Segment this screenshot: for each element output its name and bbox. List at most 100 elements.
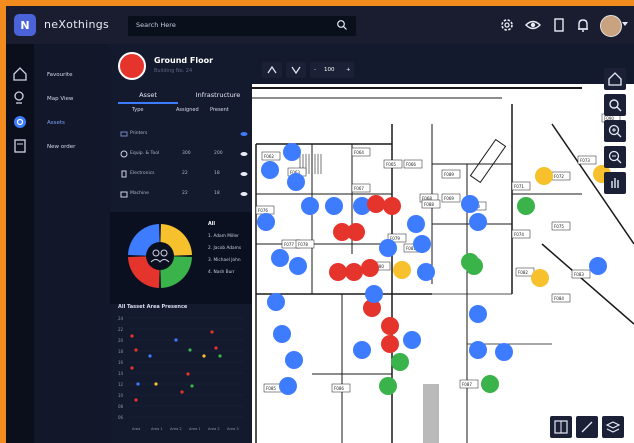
- legend-item[interactable]: 2. Jacob Adams: [208, 246, 241, 251]
- room-label: F078: [298, 242, 308, 247]
- layers-button[interactable]: [602, 416, 624, 438]
- user-avatar[interactable]: [600, 15, 622, 37]
- asset-marker[interactable]: [381, 317, 399, 335]
- bookmark-icon[interactable]: [550, 16, 568, 34]
- asset-marker[interactable]: [257, 213, 275, 231]
- row-assigned: 22: [182, 171, 188, 176]
- asset-marker[interactable]: [461, 253, 479, 271]
- asset-marker[interactable]: [469, 305, 487, 323]
- asset-marker[interactable]: [469, 213, 487, 231]
- asset-marker[interactable]: [267, 293, 285, 311]
- search-icon[interactable]: [336, 19, 348, 31]
- legend-item[interactable]: 4. Nash Burr: [208, 270, 235, 275]
- asset-marker[interactable]: [347, 223, 365, 241]
- corridor: [432, 293, 552, 345]
- tab-infrastructure[interactable]: Infrastructure: [188, 88, 248, 102]
- asset-marker[interactable]: [261, 161, 279, 179]
- room-label: F073: [580, 158, 590, 163]
- asset-marker[interactable]: [325, 197, 343, 215]
- asset-marker[interactable]: [469, 341, 487, 359]
- route-icon: [581, 421, 593, 433]
- layers-icon: [605, 421, 621, 433]
- sidebar-item-map-view[interactable]: Map View: [47, 96, 73, 102]
- sidebar-item-new-order[interactable]: New order: [47, 144, 75, 150]
- asset-marker[interactable]: [517, 197, 535, 215]
- asset-marker[interactable]: [289, 257, 307, 275]
- asset-marker[interactable]: [379, 377, 397, 395]
- asset-marker[interactable]: [379, 239, 397, 257]
- chevron-down-icon[interactable]: [622, 22, 628, 26]
- tab-asset[interactable]: Asset: [118, 88, 178, 102]
- column-assigned: Assigned: [176, 107, 199, 113]
- room-label: F076: [258, 208, 268, 213]
- location-icon[interactable]: [12, 90, 28, 106]
- eye-icon[interactable]: [240, 150, 248, 158]
- floor-plan: F062F063F064F065F066F067F068F069F070F071…: [252, 87, 634, 443]
- eye-icon[interactable]: [240, 130, 248, 138]
- asset-marker[interactable]: [589, 257, 607, 275]
- asset-marker[interactable]: [283, 143, 301, 161]
- asset-marker[interactable]: [361, 259, 379, 277]
- asset-marker[interactable]: [407, 215, 425, 233]
- asset-marker[interactable]: [279, 377, 297, 395]
- asset-marker[interactable]: [365, 285, 383, 303]
- map-search-button[interactable]: [604, 94, 626, 116]
- table-row[interactable]: Machine 22 18: [110, 186, 252, 202]
- asset-marker[interactable]: [531, 269, 549, 287]
- floor-map[interactable]: - 100 + F062 F063 F064 F065 F066 F067 F068 F069…: [252, 44, 634, 443]
- asset-marker[interactable]: [381, 335, 399, 353]
- chart-point: [174, 338, 178, 342]
- legend-item[interactable]: 1. Adam Miller: [208, 234, 239, 239]
- sidebar-item-favourite[interactable]: Favourite: [47, 72, 72, 78]
- table-row[interactable]: Equip. & Tool 300 200: [110, 146, 252, 162]
- assets-icon[interactable]: [12, 114, 28, 130]
- pan-button[interactable]: [604, 172, 626, 194]
- table-row[interactable]: Printers: [110, 126, 252, 142]
- visibility-icon[interactable]: [524, 16, 542, 34]
- settings-icon[interactable]: [498, 16, 516, 34]
- asset-marker[interactable]: [393, 261, 411, 279]
- asset-marker[interactable]: [535, 167, 553, 185]
- y-tick: 14: [118, 371, 124, 376]
- home-icon[interactable]: [12, 66, 28, 82]
- search-input[interactable]: Search Here: [128, 16, 356, 36]
- orders-icon[interactable]: [12, 138, 28, 154]
- zoom-out-button[interactable]: [604, 146, 626, 168]
- asset-marker[interactable]: [271, 249, 289, 267]
- asset-marker[interactable]: [383, 197, 401, 215]
- floor-subtitle: Building No. 24: [154, 68, 193, 74]
- chart-point: [186, 372, 190, 376]
- asset-marker[interactable]: [329, 263, 347, 281]
- asset-marker[interactable]: [287, 173, 305, 191]
- row-present: 18: [214, 191, 220, 196]
- presence-donut: [128, 224, 192, 288]
- layout-button[interactable]: [550, 416, 572, 438]
- map-home-button[interactable]: [604, 68, 626, 90]
- asset-marker[interactable]: [413, 235, 431, 253]
- asset-marker[interactable]: [353, 341, 371, 359]
- asset-marker[interactable]: [495, 343, 513, 361]
- table-row[interactable]: Electronics 22 18: [110, 166, 252, 182]
- legend-item[interactable]: 3. Michael John: [208, 258, 241, 263]
- asset-marker[interactable]: [345, 263, 363, 281]
- eye-icon[interactable]: [240, 170, 248, 178]
- asset-marker[interactable]: [461, 195, 479, 213]
- chart-point: [218, 354, 222, 358]
- eye-icon[interactable]: [240, 190, 248, 198]
- asset-marker[interactable]: [367, 195, 385, 213]
- asset-marker[interactable]: [403, 331, 421, 349]
- route-button[interactable]: [576, 416, 598, 438]
- zoom-in-button[interactable]: [604, 120, 626, 142]
- notification-icon[interactable]: [574, 16, 592, 34]
- asset-marker[interactable]: [391, 353, 409, 371]
- y-tick: 16: [118, 360, 124, 365]
- row-assigned: 22: [182, 191, 188, 196]
- asset-marker[interactable]: [273, 325, 291, 343]
- floor-icon: [118, 52, 146, 80]
- asset-marker[interactable]: [301, 197, 319, 215]
- logo[interactable]: N: [14, 14, 36, 36]
- asset-marker[interactable]: [285, 351, 303, 369]
- asset-marker[interactable]: [481, 375, 499, 393]
- asset-marker[interactable]: [417, 263, 435, 281]
- sidebar-item-assets[interactable]: Assets: [47, 120, 65, 126]
